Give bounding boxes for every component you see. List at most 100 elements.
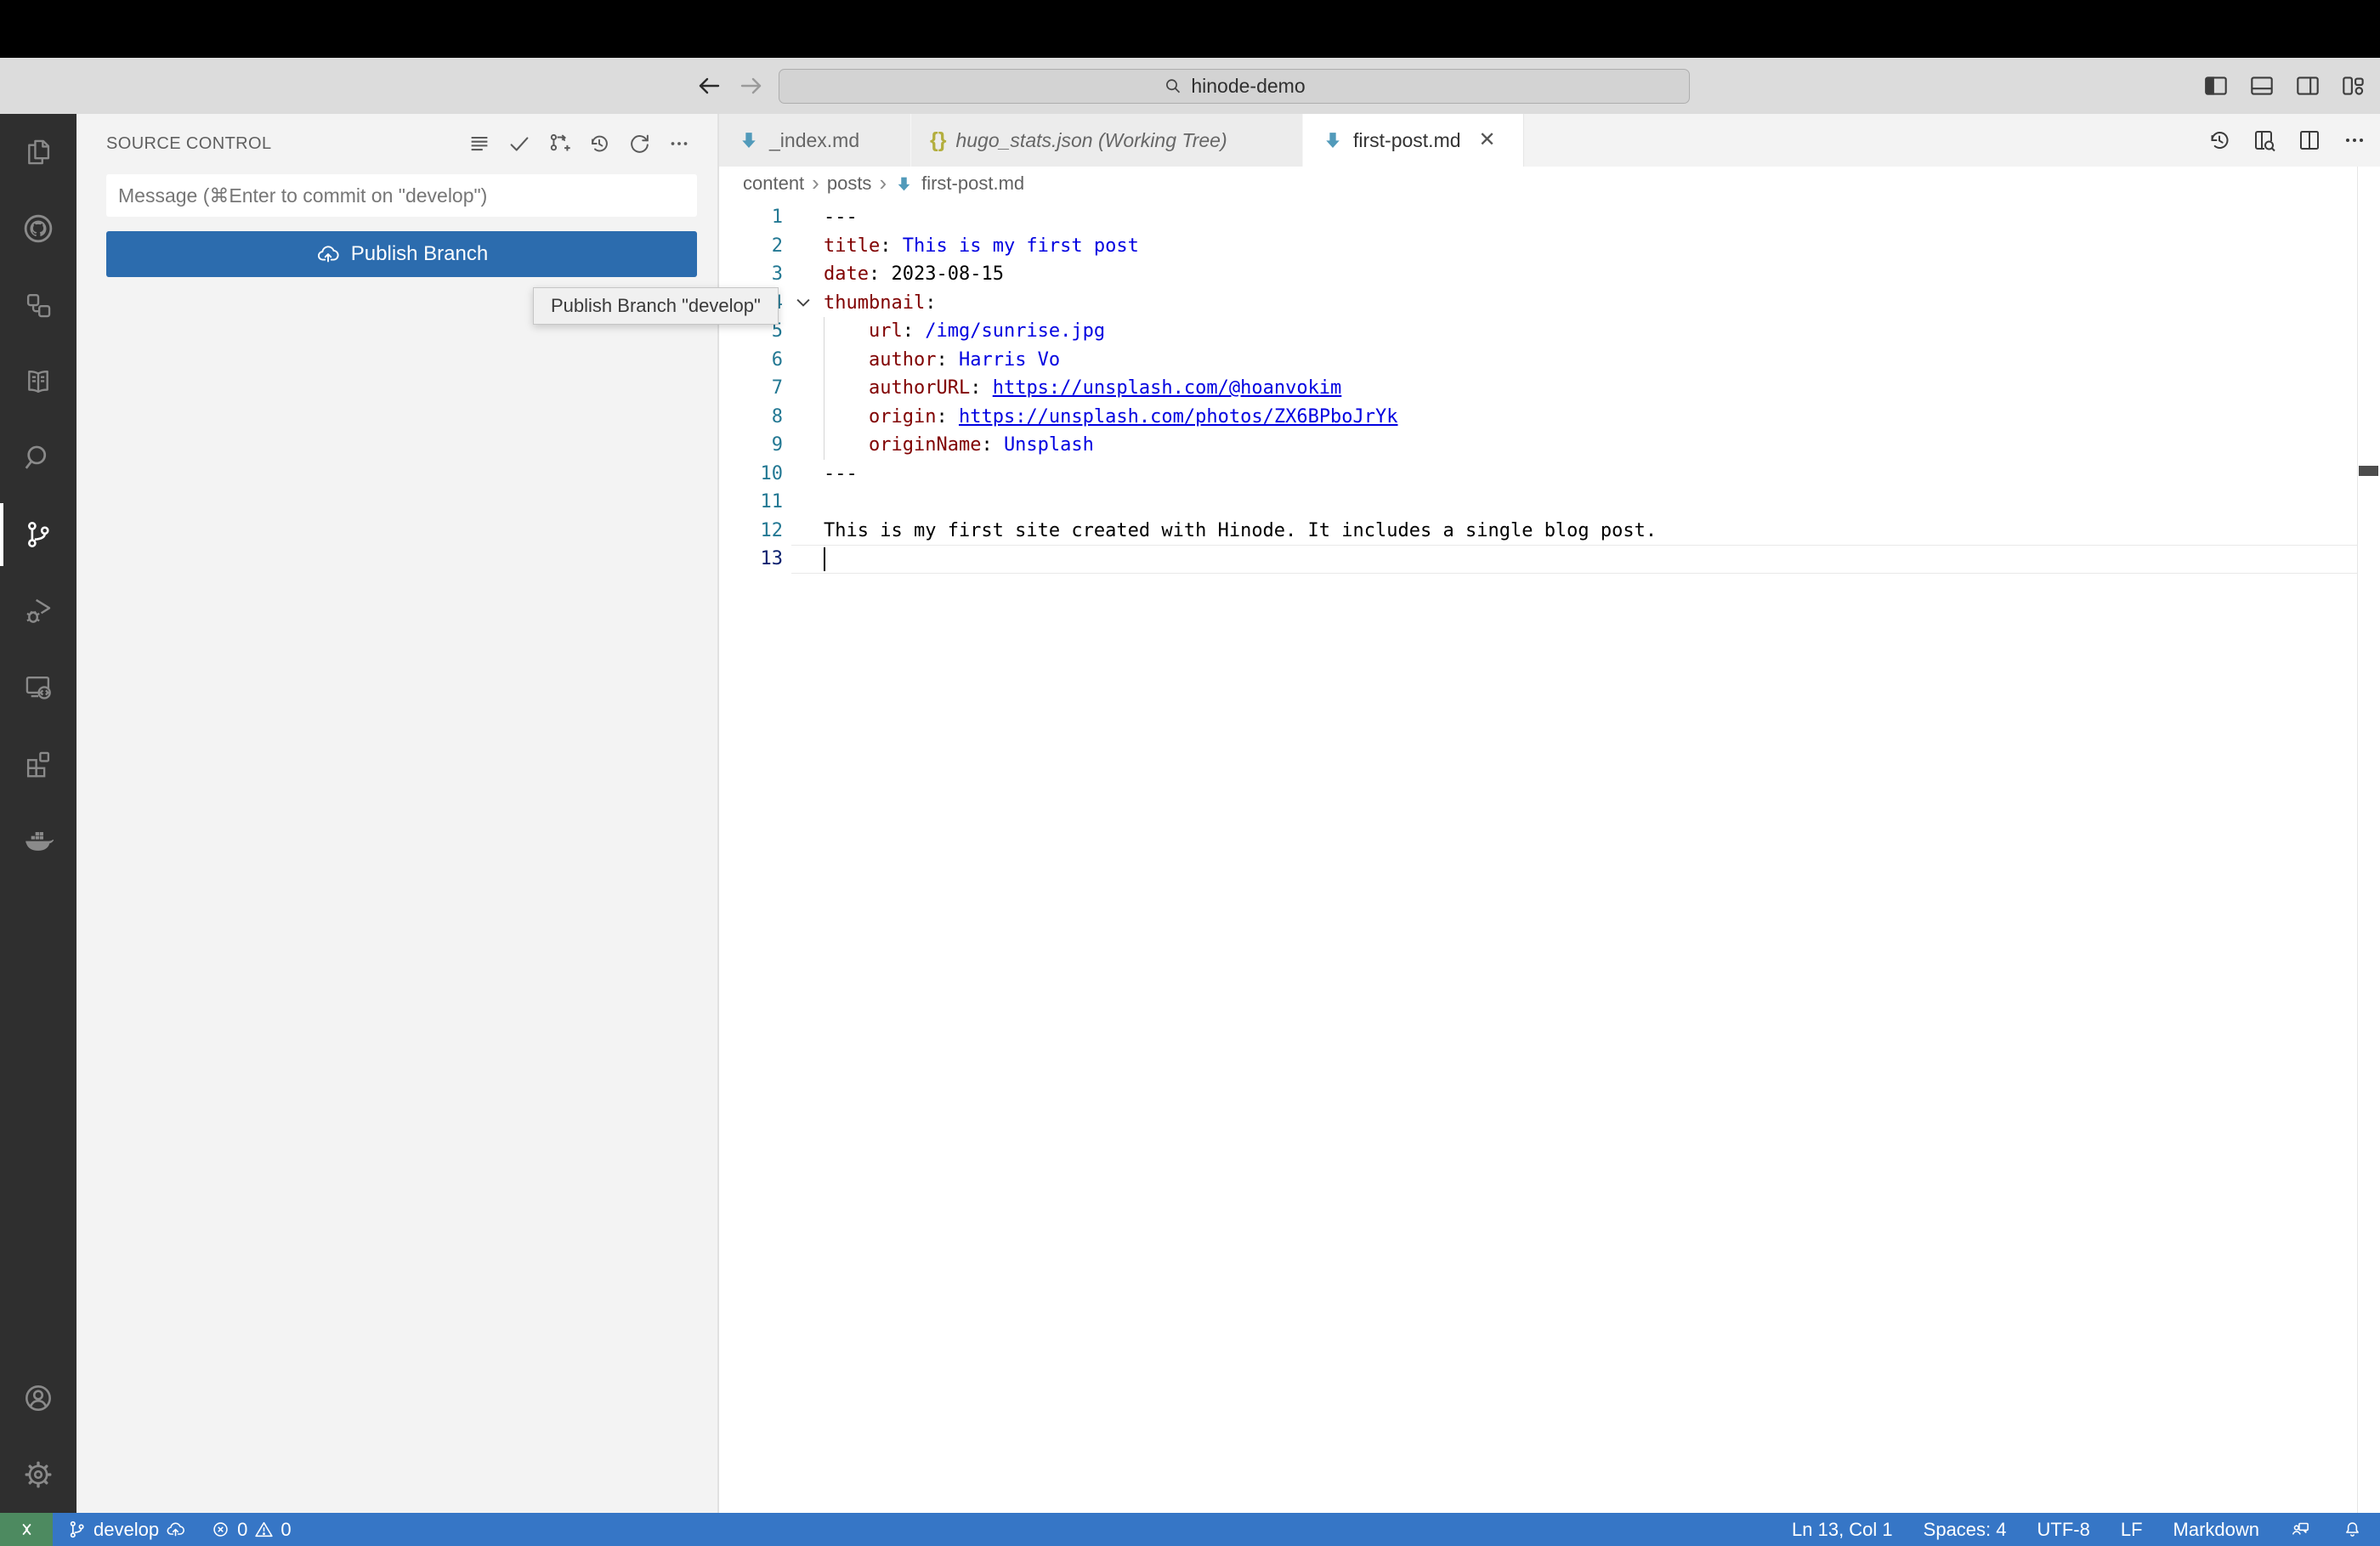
extensions-icon [26, 751, 50, 778]
line-number: 13 [760, 548, 784, 570]
json-file-icon: {} [930, 127, 947, 152]
activity-search[interactable] [0, 420, 76, 496]
account-icon [26, 1385, 51, 1411]
markdown-file-icon [742, 133, 756, 148]
overview-ruler[interactable] [2357, 167, 2358, 1513]
workbench: SOURCE CONTROL Publish Branch [0, 114, 2380, 1513]
layout-controls [2202, 58, 2368, 114]
sidebar-toolbar [467, 131, 692, 156]
breadcrumb-item-file[interactable]: first-post.md [921, 173, 1024, 195]
tab-first-post-md[interactable]: first-post.md ✕ [1303, 114, 1524, 167]
code-line[interactable]: 10 --- [719, 460, 2380, 489]
status-bar: develop 0 0 Ln 13, Col 1 Spaces: 4 UTF-8… [0, 1513, 2380, 1546]
split-editor-icon[interactable] [2296, 127, 2323, 154]
explorer-icon [28, 139, 50, 165]
book-icon [28, 370, 48, 394]
history-icon[interactable] [586, 131, 612, 156]
view-as-list-icon[interactable] [467, 131, 492, 156]
breadcrumb-item-content[interactable]: content [743, 173, 804, 195]
feedback-icon[interactable] [2290, 1519, 2311, 1540]
tab-index-md[interactable]: _index.md [719, 114, 911, 167]
activity-connections[interactable] [0, 267, 76, 343]
encoding[interactable]: UTF-8 [2037, 1519, 2090, 1541]
code-line[interactable]: 2 title: This is my first post [719, 232, 2380, 261]
sidebar-title: SOURCE CONTROL [106, 133, 272, 153]
toggle-panel-icon[interactable] [2247, 71, 2276, 100]
docker-icon [26, 832, 54, 851]
notifications-bell-icon[interactable] [2342, 1519, 2363, 1540]
forward-arrow-icon[interactable] [738, 72, 765, 99]
toggle-secondary-sidebar-icon[interactable] [2293, 71, 2322, 100]
overview-cursor-marker [2359, 466, 2378, 476]
code-line[interactable]: 12 This is my first site created with Hin… [719, 517, 2380, 546]
create-branch-icon[interactable] [547, 131, 572, 156]
code-line-text: This is my first site created with Hinod… [824, 519, 1658, 541]
code-line[interactable]: 6 author: Harris Vo [719, 346, 2380, 375]
problems-status-item[interactable]: 0 0 [210, 1519, 292, 1541]
command-center[interactable]: hinode-demo [779, 69, 1690, 104]
code-line[interactable]: 4thumbnail: [719, 289, 2380, 318]
open-preview-icon[interactable] [2251, 127, 2278, 154]
commit-check-icon[interactable] [507, 131, 532, 156]
activity-docker[interactable] [0, 802, 76, 879]
back-arrow-icon[interactable] [695, 72, 722, 99]
status-left: develop 0 0 [66, 1519, 292, 1541]
tab-hugo-stats-json[interactable]: {} hugo_stats.json (Working Tree) [911, 114, 1303, 167]
line-number: 2 [771, 235, 783, 257]
refresh-icon[interactable] [626, 131, 652, 156]
activity-bar [0, 114, 76, 1513]
activity-accounts[interactable] [0, 1360, 76, 1436]
code-line[interactable]: 3 date: 2023-08-15 [719, 260, 2380, 289]
source-control-icon [28, 522, 49, 547]
remote-explorer-icon [26, 676, 51, 699]
code-line[interactable]: 13 [719, 545, 2380, 574]
code-line[interactable]: 8 origin: https://unsplash.com/photos/ZX… [719, 403, 2380, 432]
fold-chevron-icon[interactable] [783, 293, 824, 312]
code-line[interactable]: 1 --- [719, 203, 2380, 232]
commit-message-input[interactable] [106, 174, 697, 217]
git-branch-icon [70, 1521, 84, 1538]
activity-run-debug[interactable] [0, 573, 76, 649]
cursor-position[interactable]: Ln 13, Col 1 [1792, 1519, 1893, 1541]
line-number: 3 [771, 263, 783, 286]
activity-explorer[interactable] [0, 114, 76, 190]
code-line-text: originName: Unsplash [868, 434, 1094, 456]
more-actions-icon[interactable] [2341, 127, 2368, 154]
code-line[interactable]: 7 authorURL: https://unsplash.com/@hoanv… [719, 374, 2380, 403]
code-line[interactable]: 11 [719, 488, 2380, 517]
indentation[interactable]: Spaces: 4 [1924, 1519, 2007, 1541]
breadcrumb-item-posts[interactable]: posts [827, 173, 872, 195]
breadcrumb: content › posts › first-post.md [719, 167, 2380, 201]
eol-sequence[interactable]: LF [2121, 1519, 2143, 1541]
line-number: 7 [771, 377, 783, 399]
line-number: 12 [760, 519, 784, 541]
code-editor[interactable]: 1 --- 2 title: This is my first post 3 date: … [719, 201, 2380, 663]
publish-branch-button[interactable]: Publish Branch [106, 231, 697, 277]
code-line-text: --- [824, 462, 858, 484]
more-actions-icon[interactable] [666, 131, 692, 156]
activity-remote-explorer[interactable] [0, 649, 76, 726]
line-number: 9 [771, 434, 783, 456]
customize-layout-icon[interactable] [2339, 71, 2368, 100]
language-mode[interactable]: Markdown [2173, 1519, 2259, 1541]
publish-branch-tooltip: Publish Branch "develop" [533, 287, 779, 325]
warning-count: 0 [280, 1518, 292, 1540]
vscode-window: hinode-demo SOURCE CONTROL Message (⌘Ent… [0, 0, 2380, 1546]
branch-status-item[interactable]: develop [66, 1519, 186, 1541]
close-tab-icon[interactable]: ✕ [1479, 130, 1496, 150]
activity-extensions[interactable] [0, 726, 76, 802]
editor-group: _index.md {} hugo_stats.json (Working Tr… [718, 114, 2380, 1513]
titlebar: hinode-demo [0, 58, 2380, 114]
remote-indicator[interactable] [0, 1513, 53, 1546]
markdown-file-icon [898, 177, 910, 190]
activity-docs[interactable] [0, 343, 76, 420]
activity-settings[interactable] [0, 1436, 76, 1513]
activity-source-control[interactable] [0, 496, 76, 573]
code-line[interactable]: 9 originName: Unsplash [719, 431, 2380, 460]
timeline-icon[interactable] [2206, 127, 2233, 154]
code-line[interactable]: 5 url: /img/sunrise.jpg [719, 317, 2380, 346]
publish-branch-label: Publish Branch [350, 242, 489, 265]
toggle-primary-sidebar-icon[interactable] [2202, 71, 2230, 100]
chevron-right-icon: › [812, 169, 819, 195]
activity-github[interactable] [0, 190, 76, 267]
